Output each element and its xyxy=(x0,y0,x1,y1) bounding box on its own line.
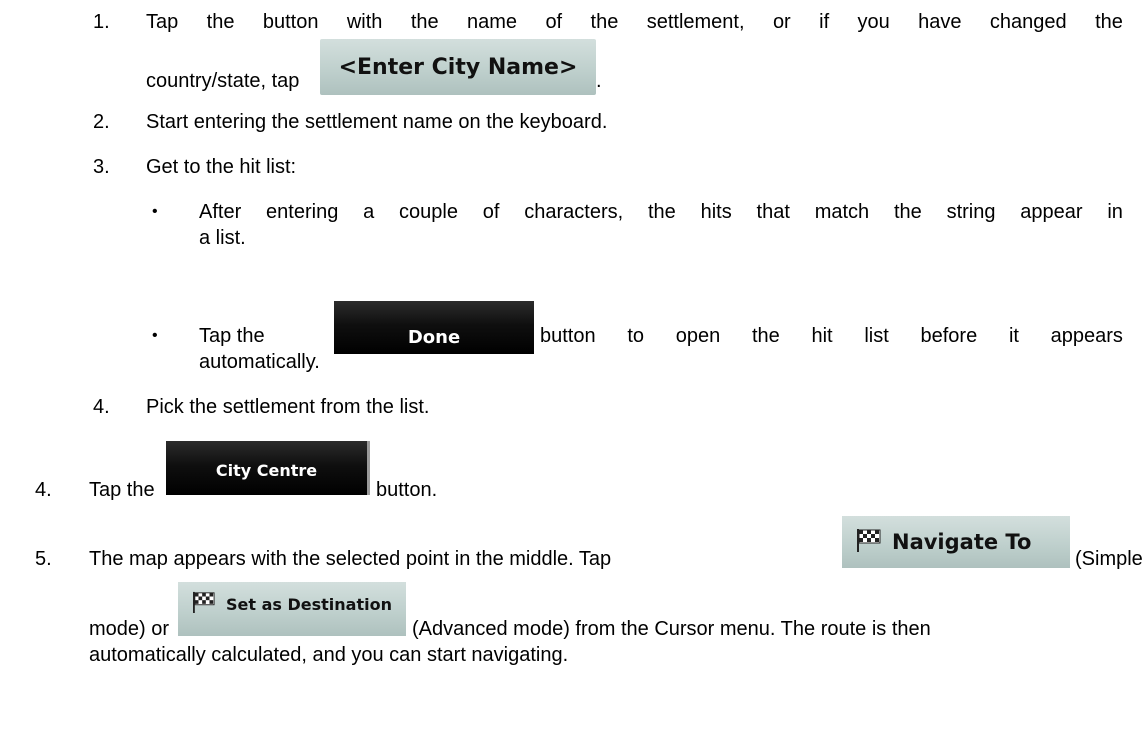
set-as-destination-button[interactable]: Set as Destination xyxy=(178,582,406,636)
enter-city-name-button[interactable]: <Enter City Name> xyxy=(320,39,596,95)
word: the xyxy=(206,11,235,33)
step-1-period: . xyxy=(596,70,602,92)
word: string xyxy=(946,201,996,223)
word: that xyxy=(756,201,790,223)
navigate-to-label: Navigate To xyxy=(892,530,1032,554)
word: the xyxy=(410,11,439,33)
step-1-text: Tap the button with the name of the settlement, o… xyxy=(146,10,1123,34)
word: couple xyxy=(399,201,458,223)
word: it xyxy=(1008,325,1019,347)
outer-step-5-text-line2-prefix: mode) or xyxy=(89,618,170,640)
word: hits xyxy=(700,201,732,223)
word: open xyxy=(675,325,721,347)
bullet-2-marker: • xyxy=(152,327,158,344)
word: if xyxy=(819,11,830,33)
word: Tap xyxy=(146,11,179,33)
word: to xyxy=(627,325,645,347)
word: button xyxy=(540,325,596,347)
step-1-number: 1. xyxy=(93,11,110,33)
bullet-1-text-line2: a list. xyxy=(199,227,246,249)
navigate-to-button[interactable]: Navigate To xyxy=(842,516,1070,568)
outer-step-4-number: 4. xyxy=(35,479,52,501)
step-2-number: 2. xyxy=(93,111,110,133)
word: or xyxy=(772,11,791,33)
step-3-number: 3. xyxy=(93,156,110,178)
word: hit xyxy=(811,325,833,347)
outer-step-5-text-line2-suffix: (Advanced mode) from the Cursor menu. Th… xyxy=(412,618,931,640)
word: the xyxy=(590,11,619,33)
word: the xyxy=(648,201,676,223)
word: button xyxy=(262,11,319,33)
outer-step-5-text-line3: automatically calculated, and you can st… xyxy=(89,644,569,666)
bullet-1-text: After entering a couple of characters, the hits… xyxy=(199,200,1123,224)
word: name xyxy=(467,11,518,33)
word: match xyxy=(814,201,870,223)
word: the xyxy=(751,325,780,347)
word: of xyxy=(482,201,500,223)
word: have xyxy=(918,11,962,33)
step-4-number: 4. xyxy=(93,396,110,418)
set-as-destination-label: Set as Destination xyxy=(226,594,392,614)
word: entering xyxy=(266,201,339,223)
word: of xyxy=(545,11,563,33)
bullet-2-text-prefix: Tap the xyxy=(199,325,265,347)
word: After xyxy=(199,201,242,223)
bullet-2-text-line2: automatically. xyxy=(199,351,320,373)
word: characters, xyxy=(524,201,624,223)
word: the xyxy=(1095,11,1123,33)
word: settlement, xyxy=(646,11,745,33)
checkered-flag-icon xyxy=(192,591,216,617)
word: appears xyxy=(1050,325,1123,347)
word: in xyxy=(1107,201,1123,223)
word: you xyxy=(857,11,890,33)
word: the xyxy=(893,201,922,223)
outer-step-5-number: 5. xyxy=(35,548,52,570)
step-2-text: Start entering the settlement name on th… xyxy=(146,111,608,133)
step-1-text-line2: country/state, tap xyxy=(146,70,300,92)
word: a xyxy=(363,201,375,223)
word: before xyxy=(920,325,978,347)
city-centre-button[interactable]: City Centre xyxy=(166,441,370,495)
checkered-flag-icon xyxy=(856,528,882,557)
word: appear xyxy=(1020,201,1083,223)
word: changed xyxy=(989,11,1067,33)
done-button[interactable]: Done xyxy=(334,301,534,354)
step-4-text: Pick the settlement from the list. xyxy=(146,396,430,418)
outer-step-5-text-line1: The map appears with the selected point … xyxy=(89,548,612,570)
word: list xyxy=(864,325,889,347)
word: with xyxy=(346,11,383,33)
step-3-text: Get to the hit list: xyxy=(146,156,297,178)
bullet-2-text-suffix: button to open the hit list before it appears xyxy=(540,324,1123,348)
bullet-1-marker: • xyxy=(152,203,158,220)
outer-step-4-text-suffix: button. xyxy=(376,479,438,501)
outer-step-4-text-prefix: Tap the xyxy=(89,479,155,501)
outer-step-5-simple: (Simple xyxy=(1075,548,1143,570)
